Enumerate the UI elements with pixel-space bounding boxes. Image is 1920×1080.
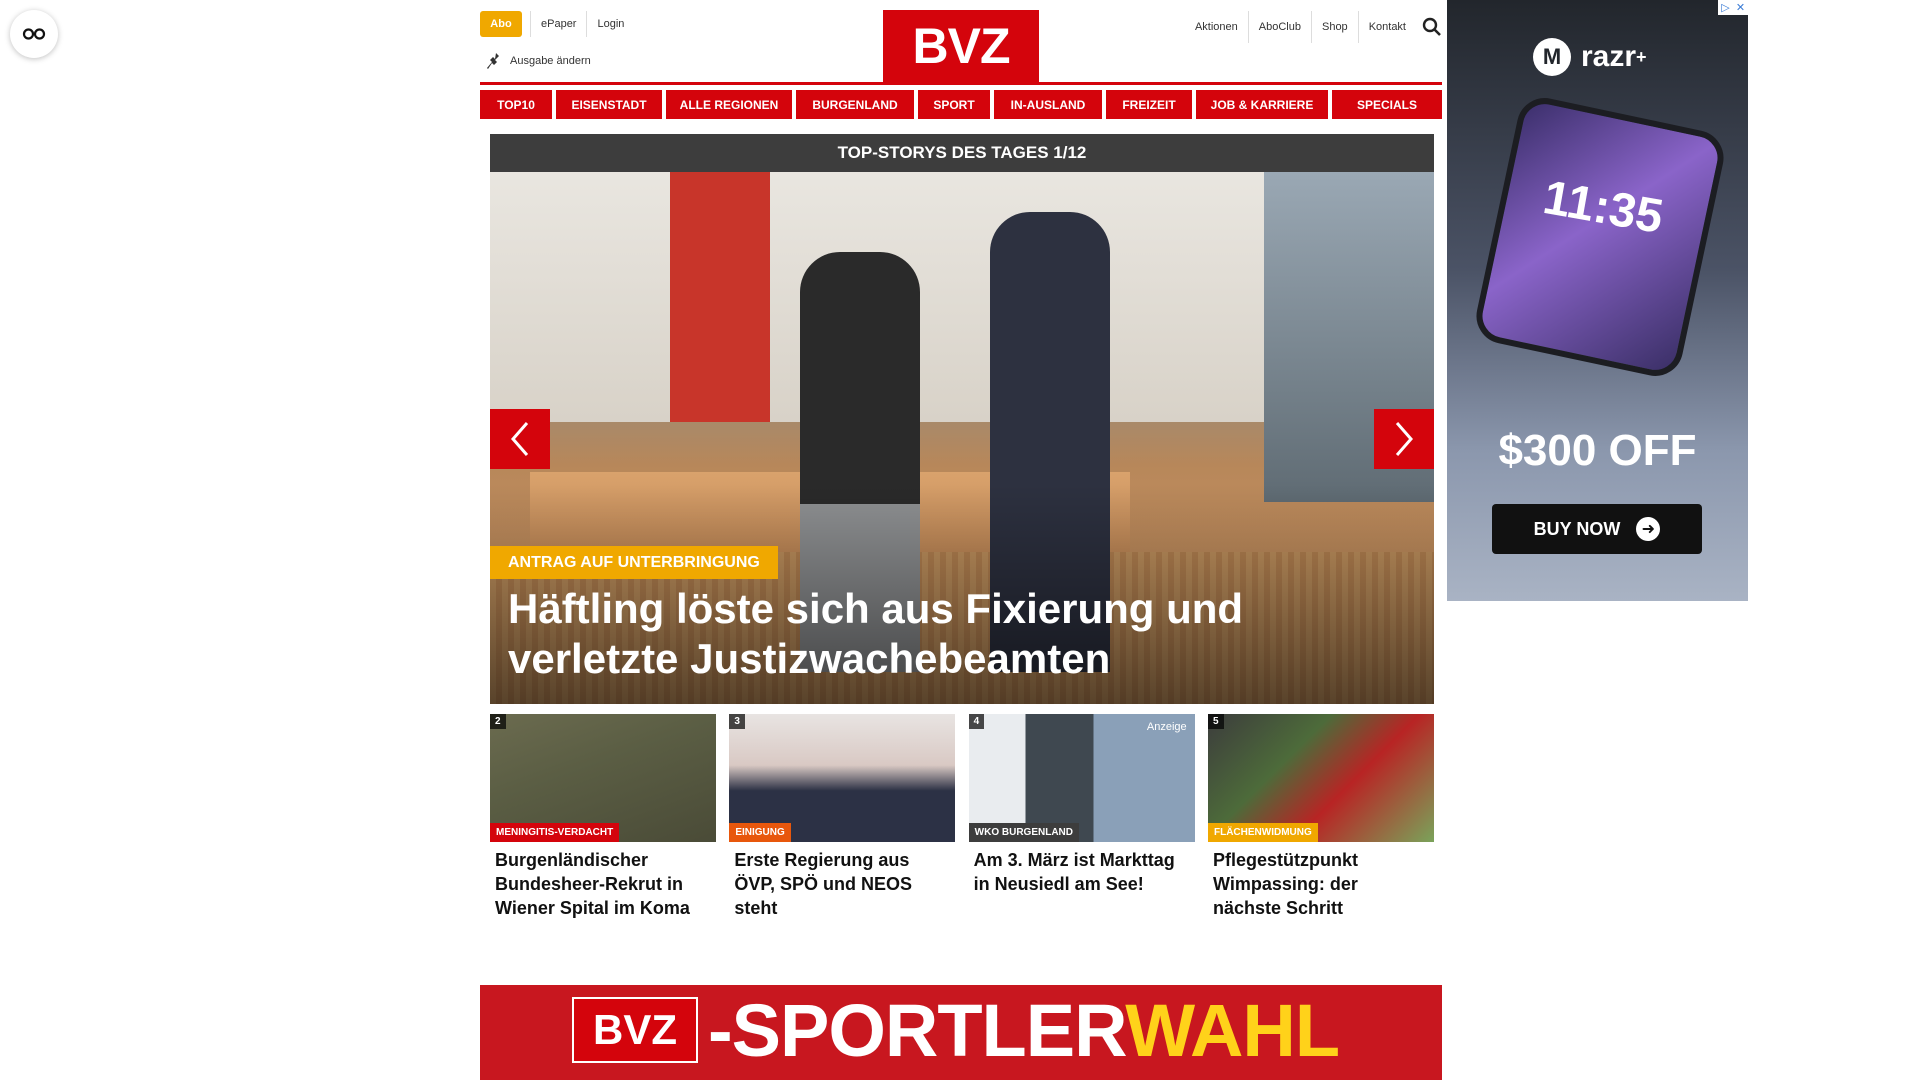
nav-item-sport[interactable]: SPORT	[918, 90, 990, 119]
ad-brand: M razr +	[1533, 38, 1647, 76]
teaser-title[interactable]: Erste Regierung aus ÖVP, SPÖ und NEOS st…	[729, 848, 955, 920]
hero-image-wall	[670, 172, 770, 422]
aboclub-link[interactable]: AboClub	[1247, 11, 1311, 43]
arrow-right-icon: ➜	[1636, 517, 1661, 541]
top-stories: TOP-STORYS DES TAGES 1/12 ANTRAG AUF UNT…	[490, 134, 1434, 704]
reader-mode-button[interactable]	[10, 10, 58, 58]
ad-phone-image	[1471, 92, 1729, 382]
site-logo[interactable]: BVZ	[883, 10, 1039, 82]
story-teasers: 2 MENINGITIS-VERDACHT Burgenländischer B…	[490, 714, 1434, 920]
site-header: Abo ePaper Login Ausgabe ändern BVZ Akti…	[480, 0, 1442, 85]
teaser-card[interactable]: 5 FLÄCHENWIDMUNG Pflegestützpunkt Wimpas…	[1207, 714, 1434, 920]
banner-text-yellow: WAHL	[1125, 989, 1340, 1072]
ad-offer: $300 OFF	[1498, 426, 1697, 475]
top-stories-heading: TOP-STORYS DES TAGES 1/12	[490, 134, 1434, 172]
teaser-image: 2 MENINGITIS-VERDACHT	[490, 714, 716, 842]
banner-headline: -SPORTLERWAHL	[708, 989, 1340, 1072]
epaper-link[interactable]: ePaper	[530, 11, 586, 37]
teaser-title[interactable]: Burgenländischer Bundesheer-Rekrut in Wi…	[490, 848, 716, 920]
ad-controls: ▷ ✕	[1718, 0, 1748, 15]
ad-brand-sup: +	[1636, 46, 1647, 67]
right-links: Aktionen AboClub Shop Kontakt	[1185, 11, 1442, 43]
glasses-icon	[22, 28, 46, 40]
next-slide-button[interactable]	[1374, 409, 1434, 469]
teaser-number: 4	[968, 714, 985, 729]
hero-title[interactable]: Häftling löste sich aus Fixierung und ve…	[508, 584, 1368, 684]
hero-tag: ANTRAG AUF UNTERBRINGUNG	[490, 546, 778, 579]
nav-item-in-ausland[interactable]: IN-AUSLAND	[994, 90, 1102, 119]
hero-story[interactable]: ANTRAG AUF UNTERBRINGUNG Häftling löste …	[490, 172, 1434, 704]
teaser-number: 3	[729, 714, 745, 729]
teaser-title[interactable]: Pflegestützpunkt Wimpassing: der nächste…	[1208, 848, 1434, 920]
prev-slide-button[interactable]	[490, 409, 550, 469]
buy-now-label: BUY NOW	[1533, 518, 1621, 539]
chevron-right-icon	[1395, 422, 1413, 456]
ad-label: Anzeige	[1146, 721, 1187, 733]
teaser-tag: EINIGUNG	[729, 823, 791, 842]
top-links: ePaper Login	[530, 11, 634, 37]
teaser-title[interactable]: Am 3. März ist Markttag in Neusiedl am S…	[969, 848, 1195, 896]
search-icon[interactable]	[1422, 17, 1442, 37]
nav-item-alle-regionen[interactable]: ALLE REGIONEN	[666, 90, 792, 119]
teaser-image: 5 FLÄCHENWIDMUNG	[1207, 714, 1434, 842]
advertisement[interactable]: ▷ ✕ M razr + 11:35 $300 OFF BUY NOW ➜	[1447, 0, 1748, 601]
teaser-tag: WKO BURGENLAND	[968, 823, 1079, 842]
buy-now-button[interactable]: BUY NOW ➜	[1492, 504, 1702, 554]
teaser-number: 2	[490, 714, 506, 729]
teaser-card[interactable]: 3 EINIGUNG Erste Regierung aus ÖVP, SPÖ …	[729, 714, 956, 920]
login-link[interactable]: Login	[586, 11, 634, 37]
teaser-card[interactable]: 2 MENINGITIS-VERDACHT Burgenländischer B…	[490, 714, 716, 920]
teaser-card[interactable]: 4 Anzeige WKO BURGENLAND Am 3. März ist …	[968, 714, 1195, 920]
nav-item-specials[interactable]: SPECIALS	[1332, 90, 1442, 119]
teaser-image: 4 Anzeige WKO BURGENLAND	[968, 714, 1195, 842]
nav-item-burgenland[interactable]: BURGENLAND	[796, 90, 914, 119]
edition-selector[interactable]: Ausgabe ändern	[486, 52, 591, 70]
nav-item-freizeit[interactable]: FREIZEIT	[1106, 90, 1192, 119]
nav-item-top10[interactable]: TOP10	[480, 90, 552, 119]
kontakt-link[interactable]: Kontakt	[1357, 11, 1416, 43]
teaser-image: 3 EINIGUNG	[729, 714, 956, 842]
edition-label: Ausgabe ändern	[510, 55, 591, 67]
teaser-number: 5	[1207, 714, 1224, 729]
abo-button[interactable]: Abo	[480, 11, 522, 37]
aktionen-link[interactable]: Aktionen	[1185, 11, 1248, 43]
page: Abo ePaper Login Ausgabe ändern BVZ Akti…	[480, 0, 1442, 1080]
motorola-logo-icon: M	[1533, 38, 1571, 76]
teaser-tag: FLÄCHENWIDMUNG	[1207, 823, 1318, 842]
shop-link[interactable]: Shop	[1310, 11, 1358, 43]
sportlerwahl-banner[interactable]: BVZ -SPORTLERWAHL	[480, 985, 1442, 1080]
close-icon[interactable]: ✕	[1733, 0, 1748, 15]
header-divider	[480, 82, 1442, 85]
teaser-tag: MENINGITIS-VERDACHT	[490, 823, 620, 842]
chevron-left-icon	[511, 422, 529, 456]
main-nav: TOP10 EISENSTADT ALLE REGIONEN BURGENLAN…	[480, 90, 1442, 119]
banner-text-white: -SPORTLER	[708, 989, 1126, 1072]
pin-icon	[487, 53, 499, 69]
ad-brand-name: razr	[1581, 40, 1637, 73]
nav-item-eisenstadt[interactable]: EISENSTADT	[556, 90, 662, 119]
ad-info-icon[interactable]: ▷	[1718, 0, 1733, 15]
banner-logo: BVZ	[572, 997, 698, 1063]
nav-item-job-karriere[interactable]: JOB & KARRIERE	[1196, 90, 1328, 119]
